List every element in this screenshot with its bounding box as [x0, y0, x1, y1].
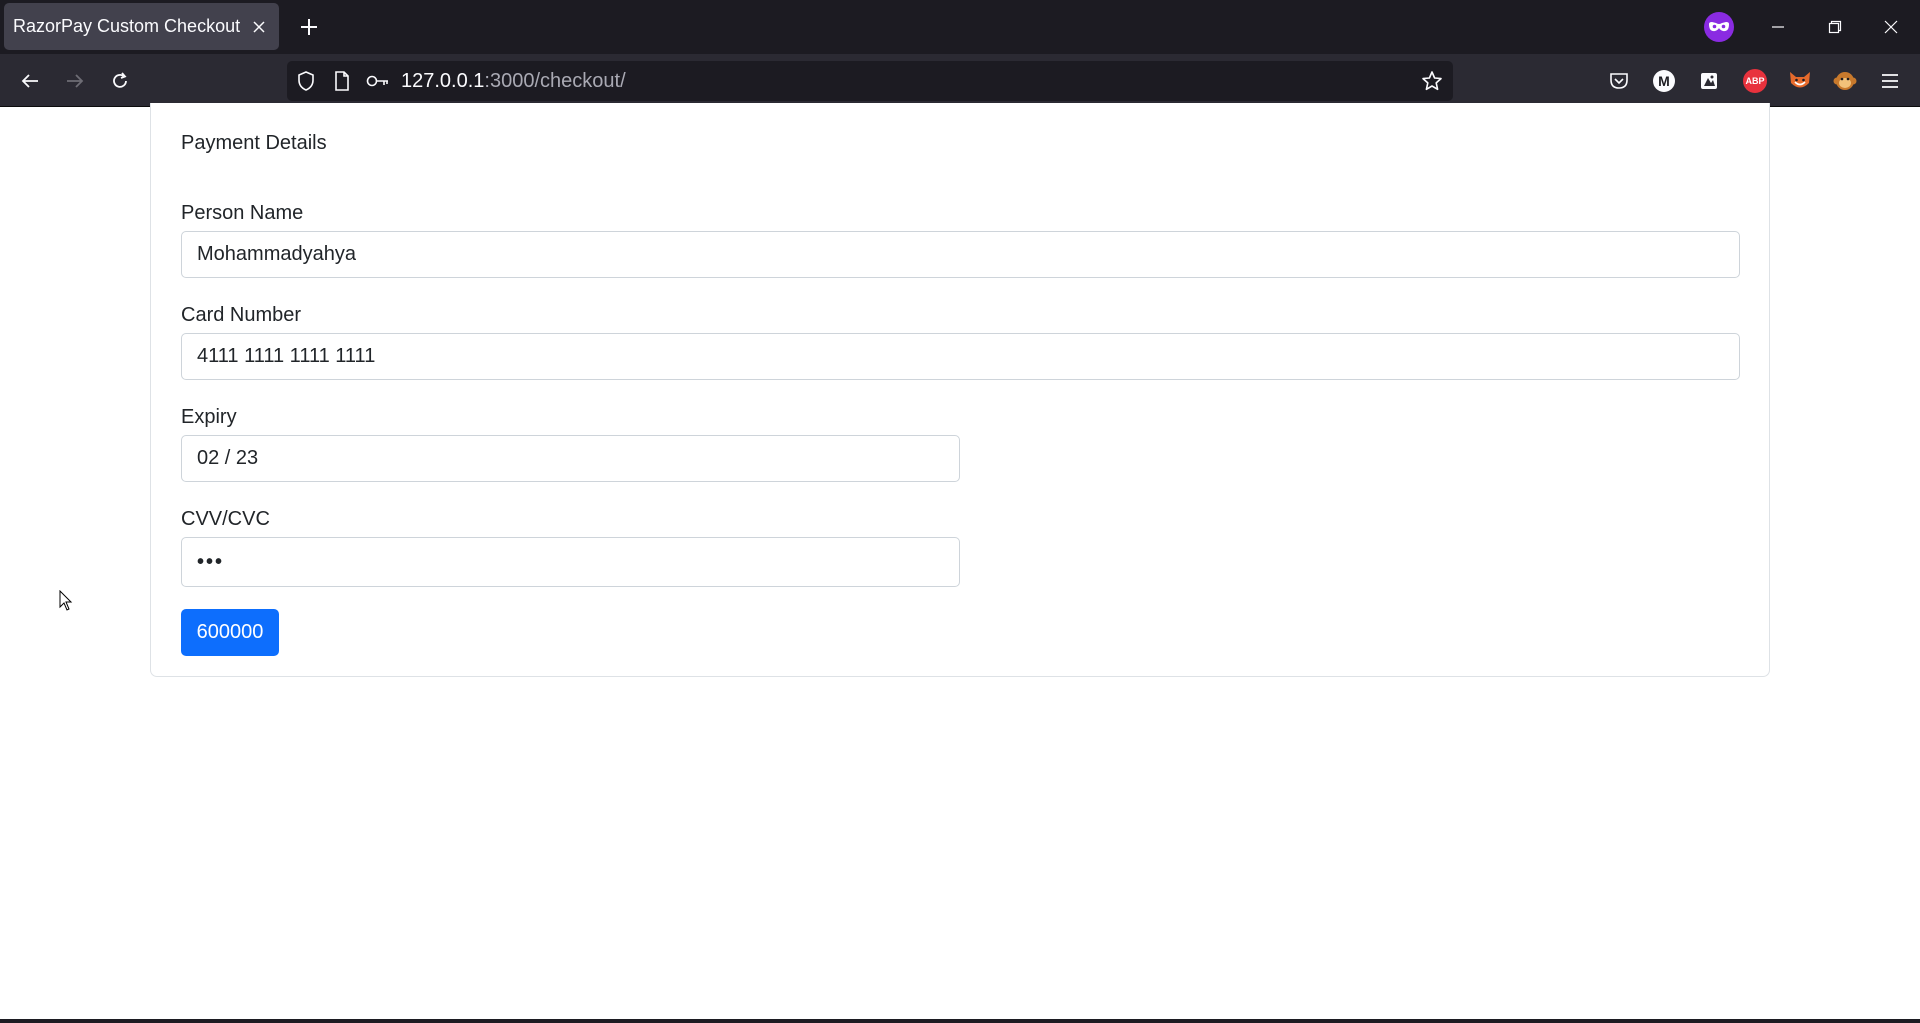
card-number-input[interactable]: 4111 1111 1111 1111	[181, 333, 1740, 380]
restore-icon	[1828, 20, 1842, 34]
card-number-label: Card Number	[181, 304, 302, 326]
tracking-protection-shield-icon[interactable]	[293, 68, 319, 94]
close-icon	[1884, 20, 1898, 34]
cvv-label: CVV/CVC	[181, 508, 270, 530]
card-title: Payment Details	[181, 132, 327, 154]
browser-toolbar: 127.0.0.1:3000/checkout/ M ABP	[0, 54, 1920, 107]
url-path: :3000/checkout/	[484, 69, 626, 92]
tab-close-icon[interactable]	[249, 17, 269, 37]
extension-monkey-icon[interactable]	[1830, 66, 1860, 96]
reload-button[interactable]	[105, 66, 135, 96]
reload-icon	[113, 72, 127, 88]
saved-login-key-icon[interactable]	[365, 68, 391, 94]
forward-button[interactable]	[60, 66, 90, 96]
person-name-input[interactable]: Mohammadyahya	[181, 231, 1740, 278]
page-content: Payment Details Person Name Mohammadyahy…	[0, 103, 1920, 1023]
payment-card: Payment Details Person Name Mohammadyahy…	[150, 103, 1770, 677]
restore-window-button[interactable]	[1820, 12, 1850, 42]
person-name-label: Person Name	[181, 202, 304, 224]
bookmark-star-icon[interactable]	[1419, 68, 1445, 94]
url-text: 127.0.0.1:3000/checkout/	[401, 70, 626, 93]
back-arrow-icon	[21, 74, 38, 88]
page-info-icon[interactable]	[329, 68, 355, 94]
application-menu-icon[interactable]	[1875, 66, 1905, 96]
tab-title: RazorPay Custom Checkout	[13, 16, 241, 36]
expiry-input[interactable]: 02 / 23	[181, 435, 960, 482]
url-host: 127.0.0.1	[401, 69, 485, 92]
browser-tab-active[interactable]: RazorPay Custom Checkout	[4, 3, 279, 50]
forward-arrow-icon	[67, 74, 84, 88]
minimize-window-button[interactable]	[1763, 12, 1793, 42]
extension-m-icon[interactable]: M	[1649, 66, 1679, 96]
browser-tab-bar: RazorPay Custom Checkout	[0, 0, 1920, 54]
pay-button[interactable]: 600000	[181, 609, 279, 656]
extension-image-icon[interactable]	[1694, 66, 1724, 96]
plus-icon	[301, 19, 317, 35]
new-tab-button[interactable]	[296, 14, 322, 40]
extension-fox-icon[interactable]	[1785, 66, 1815, 96]
pocket-icon[interactable]	[1604, 66, 1634, 96]
close-window-button[interactable]	[1876, 12, 1906, 42]
mouse-cursor-icon	[59, 590, 73, 611]
minimize-icon	[1772, 26, 1784, 28]
cvv-input[interactable]: •••	[181, 537, 960, 587]
window-bottom-edge	[0, 1019, 1920, 1023]
adblock-plus-icon[interactable]: ABP	[1740, 66, 1770, 96]
back-button[interactable]	[15, 66, 45, 96]
private-browsing-mask-icon	[1704, 12, 1734, 42]
url-bar[interactable]: 127.0.0.1:3000/checkout/	[287, 61, 1453, 101]
expiry-label: Expiry	[181, 406, 237, 428]
